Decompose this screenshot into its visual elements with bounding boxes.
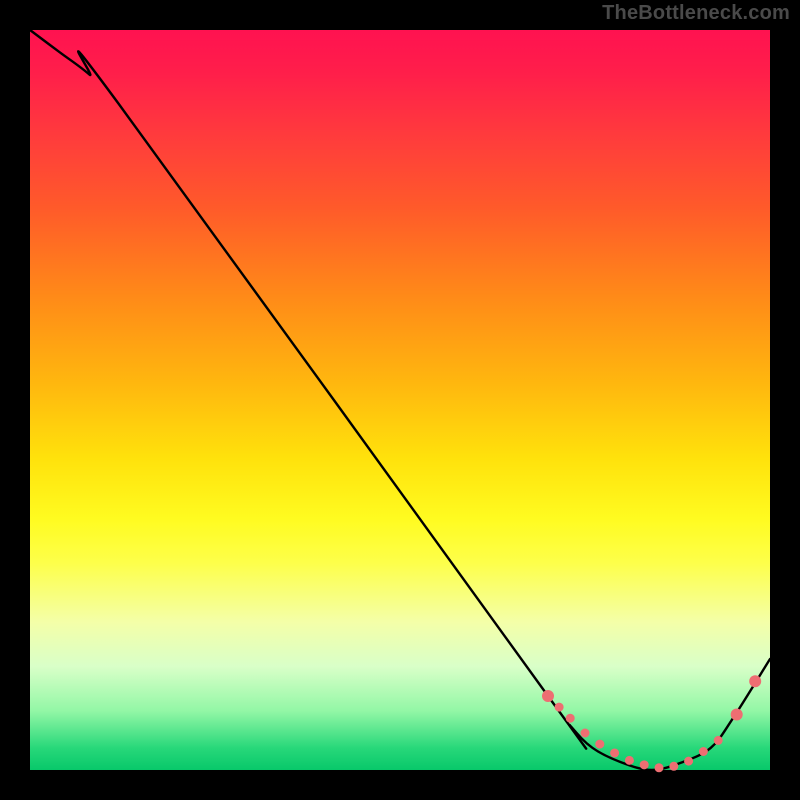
bottleneck-curve-path bbox=[30, 30, 770, 770]
highlight-marker bbox=[731, 709, 743, 721]
highlight-marker bbox=[640, 760, 649, 769]
highlight-marker bbox=[566, 714, 575, 723]
highlight-marker bbox=[595, 740, 604, 749]
highlight-marker bbox=[610, 748, 619, 757]
highlight-marker bbox=[625, 756, 634, 765]
plot-area bbox=[30, 30, 770, 770]
highlight-marker bbox=[655, 763, 664, 772]
chart-svg bbox=[30, 30, 770, 770]
highlight-marker bbox=[749, 675, 761, 687]
watermark-text: TheBottleneck.com bbox=[602, 2, 790, 25]
highlight-marker bbox=[684, 757, 693, 766]
highlight-marker bbox=[714, 736, 723, 745]
highlight-marker bbox=[699, 747, 708, 756]
highlight-marker bbox=[669, 762, 678, 771]
highlight-marker bbox=[555, 703, 564, 712]
highlight-marker bbox=[581, 729, 590, 738]
chart-frame: TheBottleneck.com bbox=[0, 0, 800, 800]
highlight-marker bbox=[542, 690, 554, 702]
